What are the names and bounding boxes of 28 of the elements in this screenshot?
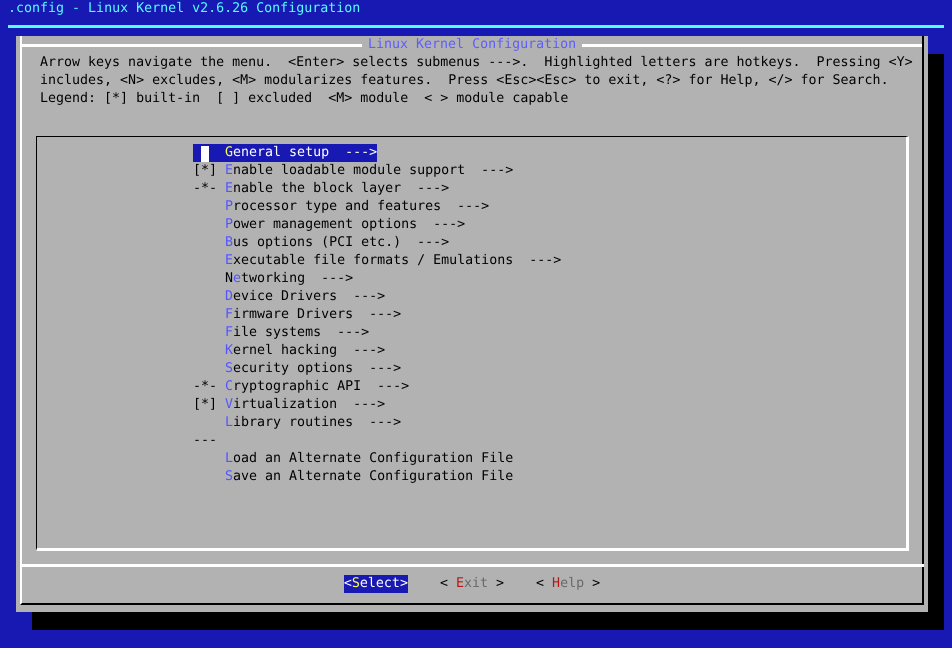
menu-item[interactable]: Processor type and features ---> [193,198,490,216]
dialog-button[interactable]: <Select> [344,575,408,593]
menu-item[interactable]: Load an Alternate Configuration File [193,450,514,468]
cursor-icon [201,146,209,162]
menu-item[interactable]: -*- Cryptographic API ---> [193,378,410,396]
menu-item[interactable]: Power management options ---> [193,216,466,234]
menu-item[interactable]: File systems ---> [193,324,370,342]
menu-item[interactable]: [*] Enable loadable module support ---> [193,162,514,180]
menu-item[interactable]: Executable file formats / Emulations ---> [193,252,562,270]
menu-item[interactable]: Bus options (PCI etc.) ---> [193,234,450,252]
menu-item[interactable]: Library routines ---> [193,414,402,432]
menu-separator: --- [193,432,218,450]
help-text: Legend: [*] built-in [ ] excluded <M> module < > module capable [40,90,568,108]
menu-item[interactable]: -*- Enable the block layer ---> [193,180,450,198]
menu-item[interactable]: Save an Alternate Configuration File [193,468,514,486]
menu-item[interactable]: Security options ---> [193,360,402,378]
menu-item[interactable]: General setup ---> [193,144,378,162]
menu-item[interactable]: Firmware Drivers ---> [193,306,402,324]
help-text: Arrow keys navigate the menu. <Enter> selects submenus --->. Highlighted letters are hotkeys. Pressing <Y> [40,54,913,72]
menu-item[interactable]: Kernel hacking ---> [193,342,386,360]
help-text: includes, <N> excludes, <M> modularizes features. Press <Esc><Esc> to exit, <?> for Help, </> for Search. [40,72,889,90]
menu-item[interactable]: Networking ---> [193,270,354,288]
menu-item[interactable]: Device Drivers ---> [193,288,386,306]
screen-title: .config - Linux Kernel v2.6.26 Configuration [7,0,362,18]
dialog-button[interactable]: < Help > [536,575,600,593]
dialog-button[interactable]: < Exit > [440,575,504,593]
dialog-title: Linux Kernel Configuration [368,36,576,54]
menu-item[interactable]: [*] Virtualization ---> [193,396,386,414]
